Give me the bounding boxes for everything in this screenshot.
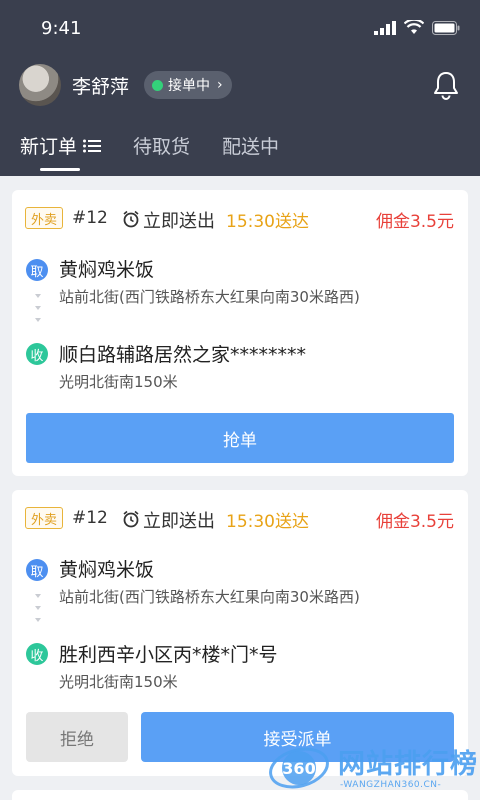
pickup-badge: 取 — [26, 559, 48, 581]
signal-icon — [374, 20, 396, 35]
user-name: 李舒萍 — [72, 76, 130, 98]
commission: 佣金3.5元 — [375, 512, 454, 532]
delivery-deadline: 15:30送达 — [226, 512, 309, 532]
delivery-deadline: 15:30送达 — [226, 212, 309, 232]
watermark-logo-icon: 360 — [269, 747, 329, 789]
pickup-address: 站前北街(西门铁路桥东大红果向南30米路西) — [59, 588, 360, 606]
route-dots-icon — [35, 294, 41, 322]
route-dots-icon — [35, 594, 41, 622]
pickup-name: 黄焖鸡米饭 — [59, 559, 155, 581]
status-time: 9:41 — [41, 18, 82, 39]
send-type: 立即送出 — [143, 511, 215, 532]
wifi-icon — [404, 20, 424, 34]
order-number: #12 — [72, 508, 108, 528]
takeout-tag: 外卖 — [25, 207, 63, 229]
reject-button[interactable]: 拒绝 — [26, 712, 128, 762]
watermark-subtitle: -WANGZHAN360.CN- — [340, 780, 442, 790]
online-dot-icon — [152, 79, 163, 91]
bell-icon[interactable] — [432, 70, 460, 100]
watermark-logo-text: 360 — [282, 759, 315, 778]
send-type: 立即送出 — [143, 211, 215, 232]
order-card[interactable]: 外卖 #12 立即送出 15:30送达 佣金3.5元 取 黄焖鸡米饭 站前北街(… — [12, 190, 468, 476]
pickup-address: 站前北街(西门铁路桥东大红果向南30米路西) — [59, 288, 360, 306]
watermark-title: 网站排行榜 — [338, 749, 478, 780]
tab-label: 新订单 — [20, 136, 78, 158]
status-icons — [374, 20, 460, 35]
battery-icon — [432, 20, 460, 35]
order-number: #12 — [72, 208, 108, 228]
order-card[interactable]: 外卖 #12 立即送出 15:30送达 佣金3.5元 取 黄焖鸡米饭 站前北街(… — [12, 490, 468, 776]
dropoff-badge: 收 — [26, 343, 48, 365]
dropoff-badge: 收 — [26, 643, 48, 665]
pickup-badge: 取 — [26, 259, 48, 281]
app-header: 9:41 李舒萍 接单中 › 新订单 待取货 配送中 — [0, 0, 480, 176]
list-icon — [83, 139, 102, 152]
online-status-label: 接单中 — [168, 78, 210, 94]
chevron-right-icon: › — [217, 77, 223, 93]
tab-pending-pickup[interactable]: 待取货 — [133, 132, 190, 159]
tab-delivering[interactable]: 配送中 — [222, 132, 279, 159]
alarm-clock-icon — [123, 210, 139, 228]
avatar[interactable] — [19, 64, 61, 106]
active-tab-indicator — [40, 168, 80, 171]
status-bar: 9:41 — [0, 0, 480, 58]
dropoff-name: 胜利西辛小区丙*楼*门*号 — [59, 644, 278, 666]
dropoff-address: 光明北街南150米 — [59, 673, 178, 691]
online-status-toggle[interactable]: 接单中 › — [144, 71, 232, 99]
takeout-tag: 外卖 — [25, 507, 63, 529]
commission: 佣金3.5元 — [375, 212, 454, 232]
order-tabs: 新订单 待取货 配送中 — [0, 128, 480, 176]
alarm-clock-icon — [123, 510, 139, 528]
dropoff-name: 顺白路辅路居然之家******** — [59, 344, 307, 366]
pickup-name: 黄焖鸡米饭 — [59, 259, 155, 281]
site-watermark: 360 网站排行榜 -WANGZHAN360.CN- — [268, 738, 480, 800]
dropoff-address: 光明北街南150米 — [59, 373, 178, 391]
grab-order-button[interactable]: 抢单 — [26, 413, 454, 463]
tab-new-orders[interactable]: 新订单 — [20, 132, 102, 159]
